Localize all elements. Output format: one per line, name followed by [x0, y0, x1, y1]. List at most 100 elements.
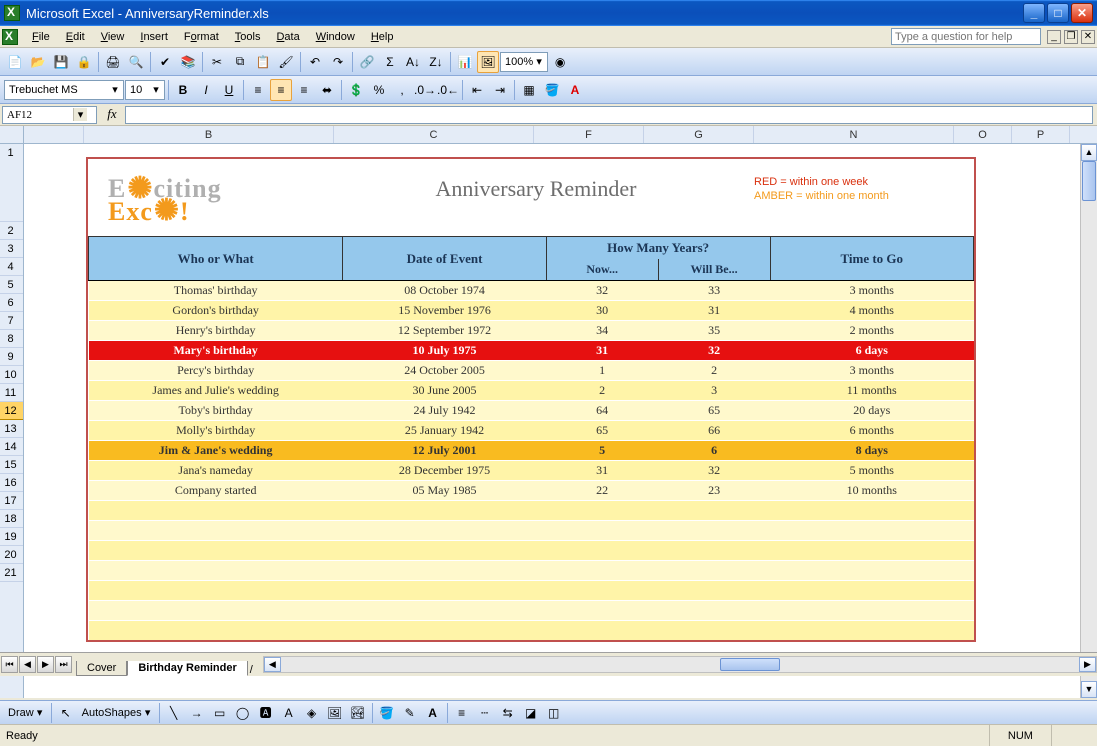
th-willbe[interactable]: Will Be... [658, 259, 770, 281]
th-now[interactable]: Now... [546, 259, 658, 281]
cell[interactable]: 5 [546, 441, 658, 461]
cell[interactable]: 12 September 1972 [343, 321, 546, 341]
draw-menu[interactable]: Draw▾ [4, 703, 48, 723]
row-header[interactable]: 18 [0, 510, 23, 528]
col-header[interactable]: O [954, 126, 1012, 143]
undo-icon[interactable]: ↶ [304, 51, 326, 73]
cell[interactable]: 20 days [770, 401, 973, 421]
row-header[interactable]: 12 [0, 402, 23, 420]
table-row[interactable]: Molly's birthday25 January 194265666 mon… [89, 421, 974, 441]
name-box-dropdown-icon[interactable]: ▾ [73, 108, 87, 121]
cell[interactable]: 10 months [770, 481, 973, 501]
line-color-icon[interactable]: ✎ [399, 702, 421, 724]
cell[interactable] [89, 621, 974, 641]
help-search[interactable] [891, 28, 1041, 45]
menu-tools[interactable]: Tools [227, 29, 269, 45]
help-icon[interactable]: ◉ [549, 51, 571, 73]
col-header[interactable]: P [1012, 126, 1070, 143]
table-row[interactable] [89, 621, 974, 641]
3d-icon[interactable]: ◫ [543, 702, 565, 724]
comma-icon[interactable]: , [391, 79, 413, 101]
scroll-thumb[interactable] [1082, 161, 1096, 201]
row-header[interactable]: 8 [0, 330, 23, 348]
th-howmany[interactable]: How Many Years? [546, 237, 770, 260]
dash-style-icon[interactable]: ┄ [474, 702, 496, 724]
hscroll-thumb[interactable] [720, 658, 780, 671]
cell[interactable]: Jim & Jane's wedding [89, 441, 343, 461]
menu-edit[interactable]: Edit [58, 29, 93, 45]
cell[interactable] [89, 501, 974, 521]
scroll-right-icon[interactable]: ▶ [1079, 657, 1096, 672]
autoshapes-menu[interactable]: AutoShapes▾ [78, 703, 156, 723]
paste-icon[interactable]: 📋 [252, 51, 274, 73]
rectangle-icon[interactable]: ▭ [209, 702, 231, 724]
save-icon[interactable]: 💾 [50, 51, 72, 73]
cell[interactable] [89, 541, 974, 561]
menu-insert[interactable]: Insert [132, 29, 176, 45]
currency-icon[interactable]: 💲 [345, 79, 367, 101]
cell[interactable]: 24 July 1942 [343, 401, 546, 421]
cell[interactable]: Percy's birthday [89, 361, 343, 381]
zoom-combo[interactable]: 100%▾ [500, 52, 548, 72]
cell[interactable]: 31 [546, 341, 658, 361]
table-row[interactable] [89, 541, 974, 561]
cell[interactable]: James and Julie's wedding [89, 381, 343, 401]
help-search-input[interactable] [891, 28, 1041, 45]
cell[interactable]: 6 months [770, 421, 973, 441]
table-row[interactable]: Jana's nameday28 December 197531325 mont… [89, 461, 974, 481]
increase-decimal-icon[interactable]: .0→ [414, 79, 436, 101]
cell[interactable]: 15 November 1976 [343, 301, 546, 321]
row-header[interactable]: 3 [0, 240, 23, 258]
diagram-icon[interactable]: ◈ [301, 702, 323, 724]
borders-icon[interactable]: ▦ [518, 79, 540, 101]
row-header[interactable]: 17 [0, 492, 23, 510]
fontsize-combo[interactable]: 10▾ [125, 80, 165, 100]
worksheet-cells[interactable]: E✺citing Anniversary Reminder RED = with… [24, 144, 1097, 698]
cell[interactable]: Toby's birthday [89, 401, 343, 421]
cell[interactable]: 2 [658, 361, 770, 381]
cell[interactable]: 65 [546, 421, 658, 441]
font-color-icon[interactable]: A [564, 79, 586, 101]
sort-desc-icon[interactable]: Z↓ [425, 51, 447, 73]
autosum-icon[interactable]: Σ [379, 51, 401, 73]
cell[interactable]: 6 [658, 441, 770, 461]
cell[interactable]: 32 [658, 341, 770, 361]
row-header[interactable]: 20 [0, 546, 23, 564]
open-icon[interactable]: 📂 [27, 51, 49, 73]
name-box[interactable]: ▾ [2, 106, 97, 124]
menu-help[interactable]: Help [363, 29, 402, 45]
th-togo[interactable]: Time to Go [770, 237, 973, 281]
table-row[interactable]: Toby's birthday24 July 1942646520 days [89, 401, 974, 421]
cell[interactable]: 66 [658, 421, 770, 441]
menu-view[interactable]: View [93, 29, 133, 45]
font-combo[interactable]: Trebuchet MS▾ [4, 80, 124, 100]
cell[interactable]: Mary's birthday [89, 341, 343, 361]
cell[interactable]: Gordon's birthday [89, 301, 343, 321]
permission-icon[interactable]: 🔒 [73, 51, 95, 73]
col-header[interactable]: G [644, 126, 754, 143]
hyperlink-icon[interactable]: 🔗 [356, 51, 378, 73]
row-header[interactable]: 15 [0, 456, 23, 474]
horizontal-scrollbar[interactable]: ◀ ▶ [263, 656, 1097, 673]
arrow-style-icon[interactable]: ⇆ [497, 702, 519, 724]
cell[interactable]: Company started [89, 481, 343, 501]
wb-close-button[interactable]: ✕ [1081, 30, 1095, 44]
italic-icon[interactable]: I [195, 79, 217, 101]
table-row[interactable]: Thomas' birthday08 October 197432333 mon… [89, 281, 974, 301]
align-left-icon[interactable]: ≡ [247, 79, 269, 101]
maximize-button[interactable]: □ [1047, 3, 1069, 23]
col-header[interactable]: C [334, 126, 534, 143]
cell[interactable]: 30 June 2005 [343, 381, 546, 401]
vertical-scrollbar[interactable]: ▲ ▼ [1080, 144, 1097, 698]
tab-last-icon[interactable]: ⏭ [55, 656, 72, 673]
cell[interactable] [89, 601, 974, 621]
fill-color2-icon[interactable]: 🪣 [376, 702, 398, 724]
cell[interactable]: 35 [658, 321, 770, 341]
cell[interactable]: 3 months [770, 281, 973, 301]
cell[interactable]: 32 [658, 461, 770, 481]
scroll-up-icon[interactable]: ▲ [1081, 144, 1097, 161]
table-row[interactable] [89, 501, 974, 521]
table-row[interactable]: Gordon's birthday15 November 197630314 m… [89, 301, 974, 321]
row-header[interactable]: 4 [0, 258, 23, 276]
line-style-icon[interactable]: ≡ [451, 702, 473, 724]
